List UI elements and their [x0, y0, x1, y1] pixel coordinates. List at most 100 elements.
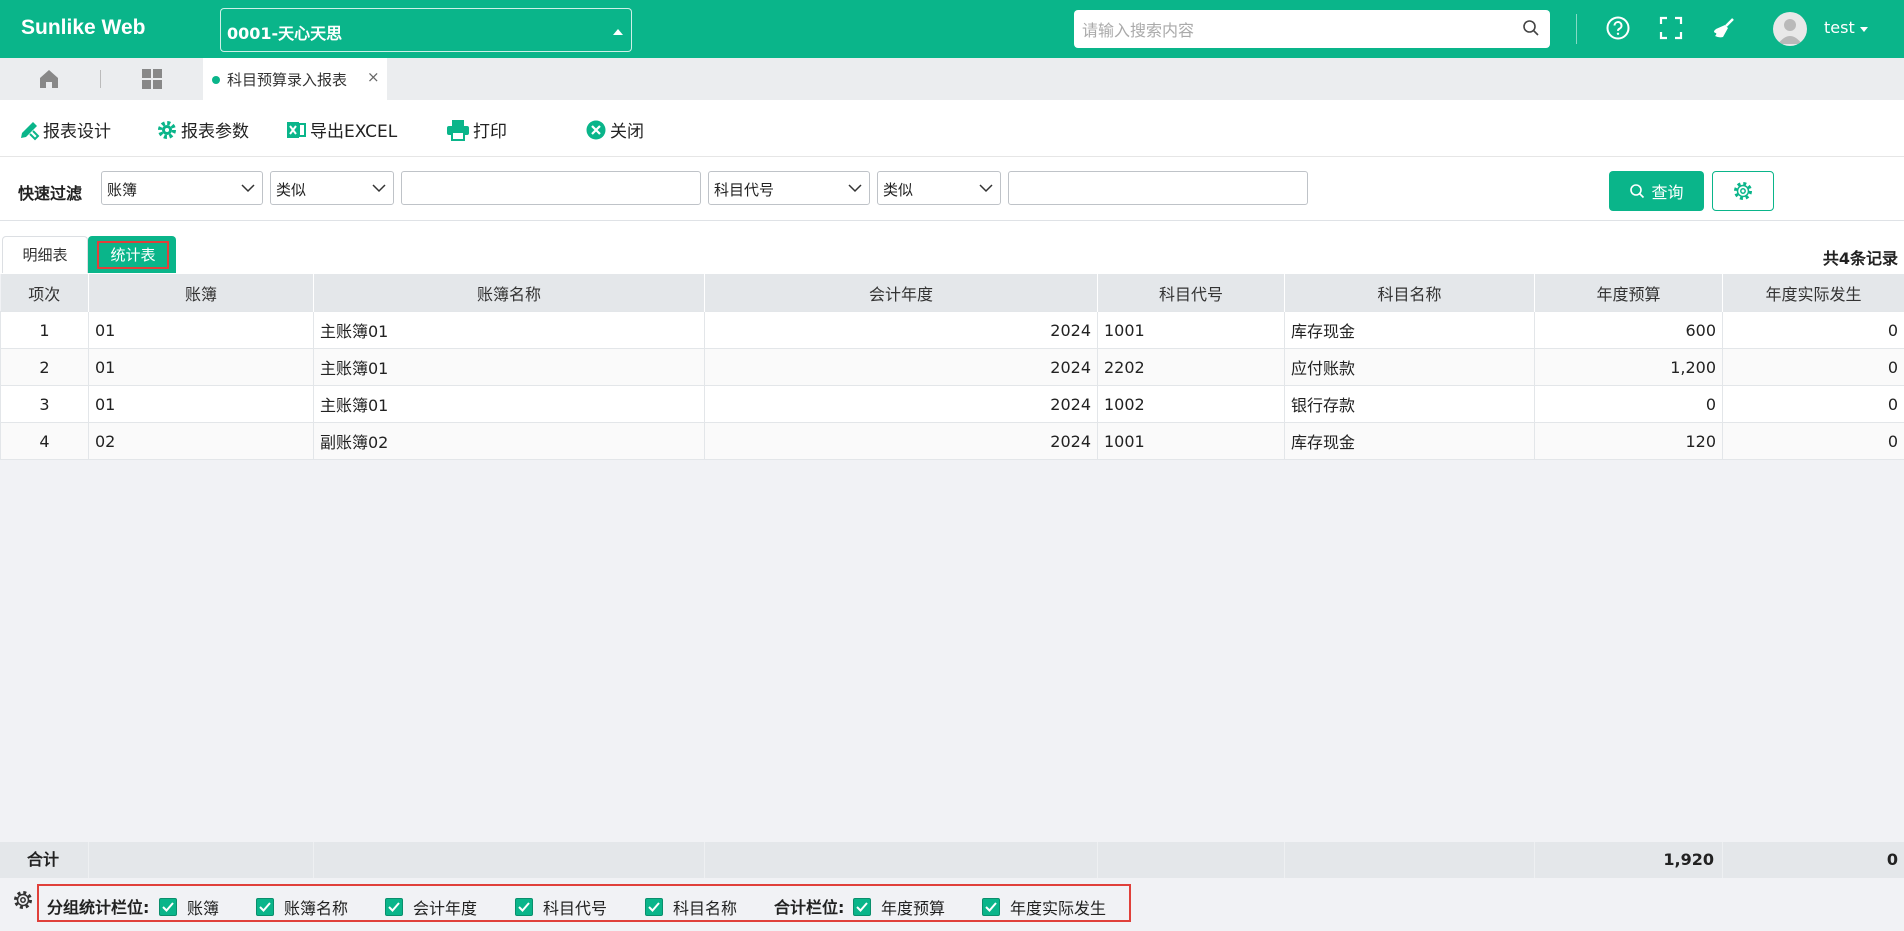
report-design-label: 报表设计 [43, 122, 111, 142]
global-search [1074, 10, 1550, 48]
apps-grid-icon[interactable] [141, 68, 163, 94]
group-fields-label: 分组统计栏位: [47, 898, 150, 917]
filter-op-1-value: 类似 [276, 181, 307, 199]
caret-down-icon[interactable] [1860, 27, 1868, 32]
table-cell: 2 [0, 348, 89, 386]
filter-field-select-1[interactable]: 账簿 [101, 171, 263, 205]
table-cell: 主账簿01 [313, 348, 705, 386]
filter-op-select-1[interactable]: 类似 [270, 171, 394, 205]
tab-report[interactable]: 科目预算录入报表 × [203, 58, 387, 100]
sum-fields-label: 合计栏位: [774, 898, 845, 917]
query-button[interactable]: 查询 [1609, 171, 1704, 211]
group-checkbox-ledger[interactable]: 账簿 [159, 895, 219, 919]
column-header[interactable]: 会计年度 [704, 274, 1098, 312]
checkbox-label: 科目代号 [543, 899, 608, 918]
user-name[interactable]: test [1824, 18, 1855, 37]
table-cell: 0 [1722, 385, 1904, 423]
filter-settings-button[interactable] [1712, 171, 1774, 211]
table-cell: 600 [1534, 311, 1723, 349]
close-label: 关闭 [610, 122, 644, 142]
checkbox-checked-icon [982, 898, 1000, 916]
table-cell: 1001 [1097, 311, 1285, 349]
table-cell: 02 [88, 422, 314, 460]
chevron-down-icon [372, 184, 386, 193]
column-header[interactable]: 科目代号 [1097, 274, 1285, 312]
table-header-row: 项次 账簿 账簿名称 会计年度 科目代号 科目名称 年度预算 年度实际发生 [0, 274, 1904, 312]
column-header[interactable]: 科目名称 [1284, 274, 1535, 312]
close-circle-icon [586, 120, 606, 139]
column-header[interactable]: 年度预算 [1534, 274, 1723, 312]
export-excel-button[interactable]: 导出EXCEL [285, 117, 397, 142]
filter-field-2-value: 科目代号 [714, 181, 775, 199]
checkbox-label: 年度预算 [881, 899, 946, 918]
table-row[interactable]: 2 01 主账簿01 2024 2202 应付账款 1,200 0 [0, 348, 1904, 386]
close-tab-icon[interactable]: × [367, 68, 380, 86]
org-selector[interactable]: 0001-天心天思 [220, 8, 632, 52]
pen-ruler-icon [21, 121, 40, 140]
divider [1576, 14, 1577, 44]
report-params-button[interactable]: 报表参数 [156, 117, 249, 142]
filter-field-select-2[interactable]: 科目代号 [708, 171, 870, 205]
filter-value-input-1[interactable] [401, 171, 701, 205]
tab-detail[interactable]: 明细表 [2, 236, 88, 273]
table-cell: 2024 [704, 422, 1098, 460]
column-header[interactable]: 账簿 [88, 274, 314, 312]
fullscreen-icon[interactable] [1658, 15, 1684, 45]
table-cell: 2024 [704, 311, 1098, 349]
table-cell: 120 [1534, 422, 1723, 460]
filter-op-select-2[interactable]: 类似 [877, 171, 1001, 205]
caret-up-icon [613, 29, 623, 35]
divider [100, 70, 101, 88]
help-icon[interactable] [1605, 15, 1631, 45]
grouping-options: 分组统计栏位: 账簿 账簿名称 会计年度 科目代号 科目名称 合计栏位: 年度预… [37, 884, 1131, 922]
table-row[interactable]: 3 01 主账簿01 2024 1002 银行存款 0 0 [0, 385, 1904, 423]
table-row[interactable]: 1 01 主账簿01 2024 1001 库存现金 600 0 [0, 311, 1904, 349]
report-params-label: 报表参数 [181, 122, 249, 142]
group-checkbox-account-name[interactable]: 科目名称 [645, 895, 737, 919]
table-cell: 主账簿01 [313, 311, 705, 349]
search-input[interactable] [1080, 17, 1504, 43]
column-header[interactable]: 账簿名称 [313, 274, 705, 312]
grouping-bar: 分组统计栏位: 账簿 账簿名称 会计年度 科目代号 科目名称 合计栏位: 年度预… [0, 880, 1904, 931]
group-checkbox-ledger-name[interactable]: 账簿名称 [256, 895, 348, 919]
totals-actual: 0 [1886, 850, 1898, 869]
table-cell: 库存现金 [1284, 311, 1535, 349]
group-checkbox-account-code[interactable]: 科目代号 [515, 895, 607, 919]
table-cell: 2024 [704, 348, 1098, 386]
print-button[interactable]: 打印 [446, 117, 507, 142]
close-button[interactable]: 关闭 [585, 117, 644, 142]
checkbox-label: 科目名称 [673, 899, 738, 918]
table-cell: 银行存款 [1284, 385, 1535, 423]
checkbox-checked-icon [645, 898, 663, 916]
tab-summary-label: 统计表 [97, 241, 169, 269]
checkbox-label: 账簿名称 [284, 899, 349, 918]
report-design-button[interactable]: 报表设计 [18, 117, 111, 142]
checkbox-checked-icon [159, 898, 177, 916]
column-header[interactable]: 年度实际发生 [1722, 274, 1904, 312]
checkbox-label: 账簿 [187, 899, 220, 918]
record-count: 共4条记录 [1822, 249, 1898, 268]
table-cell: 1 [0, 311, 89, 349]
table-cell: 2024 [704, 385, 1098, 423]
table-cell: 0 [1722, 311, 1904, 349]
sum-checkbox-actual[interactable]: 年度实际发生 [982, 895, 1106, 919]
tab-summary[interactable]: 统计表 [88, 236, 176, 273]
home-icon[interactable] [38, 68, 60, 94]
table-row[interactable]: 4 02 副账簿02 2024 1001 库存现金 120 0 [0, 422, 1904, 460]
filter-value-input-2[interactable] [1008, 171, 1308, 205]
search-icon [1630, 184, 1645, 199]
sum-checkbox-budget[interactable]: 年度预算 [853, 895, 945, 919]
table-cell: 主账簿01 [313, 385, 705, 423]
search-icon[interactable] [1522, 19, 1540, 41]
gear-icon[interactable] [12, 889, 34, 915]
column-header[interactable]: 项次 [0, 274, 89, 312]
checkbox-label: 年度实际发生 [1010, 899, 1107, 918]
avatar[interactable] [1773, 12, 1807, 46]
top-bar: Sunlike Web 0001-天心天思 test [0, 0, 1904, 58]
column-divider [313, 842, 314, 878]
broom-clear-icon[interactable] [1711, 15, 1737, 45]
quick-filter-bar: 快速过滤 账簿 类似 科目代号 类似 查询 [0, 156, 1904, 221]
excel-icon [287, 121, 306, 138]
group-checkbox-fiscal-year[interactable]: 会计年度 [385, 895, 477, 919]
report-table: 项次 账簿 账簿名称 会计年度 科目代号 科目名称 年度预算 年度实际发生 1 … [0, 274, 1904, 460]
